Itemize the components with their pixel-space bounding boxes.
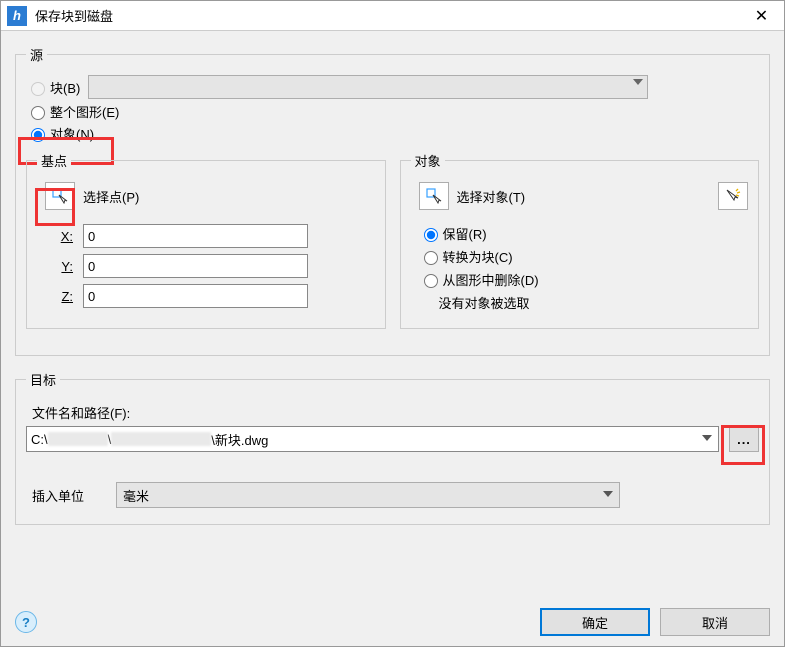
radio-block[interactable] [31, 82, 45, 96]
radio-objects[interactable] [31, 128, 45, 142]
path-prefix: C:\ [31, 432, 48, 447]
radio-whole-label: 整个图形(E) [50, 102, 119, 121]
objects-legend: 对象 [411, 151, 445, 170]
radio-convert[interactable] [424, 251, 438, 265]
z-input[interactable] [83, 284, 308, 308]
units-combo[interactable]: 毫米 [116, 482, 620, 508]
select-objects-label: 选择对象(T) [457, 187, 526, 206]
chevron-down-icon [603, 491, 613, 497]
select-objects-button[interactable] [419, 182, 449, 210]
window-title: 保存块到磁盘 [33, 6, 739, 25]
chevron-down-icon [702, 435, 712, 441]
browse-button[interactable]: ... [729, 426, 759, 452]
radio-block-label: 块(B) [50, 78, 80, 97]
objects-fieldset: 对象 选择对象(T) 保留(R) [400, 151, 760, 329]
path-suffix: \新块.dwg [211, 430, 268, 449]
source-fieldset: 源 块(B) 整个图形(E) 对象(N) 基点 [15, 45, 770, 356]
block-name-combo[interactable] [88, 75, 648, 99]
basepoint-fieldset: 基点 选择点(P) X: Y: [26, 151, 386, 329]
units-value: 毫米 [123, 486, 149, 505]
ok-button[interactable]: 确定 [540, 608, 650, 636]
path-label: 文件名和路径(F): [32, 403, 759, 422]
radio-whole-drawing[interactable] [31, 106, 45, 120]
z-label: Z: [51, 289, 73, 304]
radio-convert-label: 转换为块(C) [443, 247, 513, 266]
quick-select-button[interactable] [718, 182, 748, 210]
pick-point-label: 选择点(P) [83, 187, 139, 206]
source-legend: 源 [26, 45, 47, 64]
units-label: 插入单位 [32, 486, 84, 505]
selection-status: 没有对象被选取 [439, 293, 749, 312]
basepoint-legend: 基点 [37, 151, 71, 170]
path-redacted-1 [48, 432, 108, 446]
radio-delete[interactable] [424, 274, 438, 288]
radio-retain[interactable] [424, 228, 438, 242]
destination-legend: 目标 [26, 370, 60, 389]
destination-fieldset: 目标 文件名和路径(F): C:\ \ \新块.dwg ... 插入单位 毫米 [15, 370, 770, 525]
path-redacted-2 [111, 432, 211, 446]
app-icon: h [7, 6, 27, 26]
cancel-button[interactable]: 取消 [660, 608, 770, 636]
path-combo[interactable]: C:\ \ \新块.dwg [26, 426, 719, 452]
x-input[interactable] [83, 224, 308, 248]
y-input[interactable] [83, 254, 308, 278]
x-label: X: [51, 229, 73, 244]
help-button[interactable]: ? [15, 611, 37, 633]
y-label: Y: [51, 259, 73, 274]
radio-retain-label: 保留(R) [443, 224, 487, 243]
close-button[interactable]: ✕ [739, 1, 784, 31]
radio-objects-label: 对象(N) [50, 124, 94, 143]
radio-delete-label: 从图形中删除(D) [443, 270, 539, 289]
pick-point-button[interactable] [45, 182, 75, 210]
